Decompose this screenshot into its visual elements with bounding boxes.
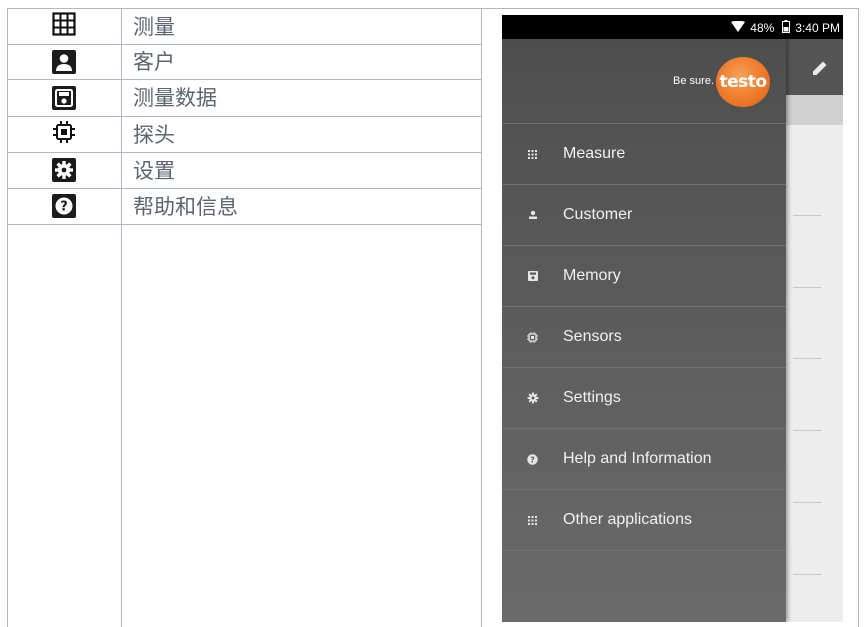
drawer-menu: Measure Customer Memory Sensors Settings… [502, 124, 786, 551]
menu-item-customer[interactable]: Customer [502, 185, 786, 246]
legend-label-customer: 客户 [133, 50, 175, 74]
menu-label: Sensors [563, 328, 622, 345]
menu-item-help[interactable]: ? Help and Information [502, 429, 786, 490]
divider [793, 358, 821, 359]
menu-item-memory[interactable]: Memory [502, 246, 786, 307]
memory-icon [52, 85, 76, 110]
legend-label-sensors: 探头 [133, 123, 175, 147]
legend-row-help: ? 帮助和信息 [7, 188, 481, 224]
navigation-drawer: Be sure. testo Measure Customer Memory S… [502, 39, 786, 622]
legend-label-settings: 设置 [133, 159, 175, 183]
measure-grid-icon [52, 12, 76, 40]
divider [793, 287, 821, 288]
customer-icon [502, 210, 563, 220]
wifi-icon [731, 20, 746, 35]
menu-label: Help and Information [563, 450, 712, 467]
menu-label: Settings [563, 389, 621, 406]
brand-tagline: Be sure. [673, 75, 714, 87]
menu-item-measure[interactable]: Measure [502, 124, 786, 185]
memory-icon [502, 271, 563, 281]
help-icon: ? [52, 194, 76, 218]
legend-label-measure: 测量 [133, 15, 175, 39]
clock: 3:40 PM [795, 21, 840, 35]
divider [793, 215, 821, 216]
help-icon: ? [502, 453, 563, 465]
app-tab-strip [785, 95, 843, 125]
battery-icon [782, 20, 791, 36]
menu-label: Customer [563, 206, 633, 223]
grid-icon [502, 149, 563, 159]
legend-label-memory: 测量数据 [133, 86, 217, 110]
sensor-chip-icon [52, 120, 76, 148]
menu-item-sensors[interactable]: Sensors [502, 307, 786, 368]
svg-text:?: ? [530, 455, 534, 464]
sensor-icon [502, 331, 563, 343]
legend-row-measure: 测量 [7, 8, 481, 44]
logo-text: testo [719, 72, 767, 92]
app-content-area [785, 125, 843, 622]
legend-label-help: 帮助和信息 [133, 195, 238, 219]
menu-item-settings[interactable]: Settings [502, 368, 786, 429]
legend-row-customer: 客户 [7, 44, 481, 79]
drawer-header: Be sure. testo [502, 39, 786, 124]
status-bar: 48% 3:40 PM [502, 15, 843, 39]
gear-icon [52, 158, 76, 182]
divider [793, 430, 821, 431]
battery-percent: 48% [750, 21, 775, 35]
grid-icon [502, 515, 563, 525]
edit-pencil-icon[interactable] [811, 59, 829, 81]
legend-row-memory: 测量数据 [7, 79, 481, 116]
menu-label: Measure [563, 145, 626, 162]
menu-label: Other applications [563, 511, 692, 528]
svg-text:?: ? [60, 200, 68, 215]
divider [793, 574, 821, 575]
customer-icon [52, 49, 76, 74]
gear-icon [502, 392, 563, 404]
menu-item-other-applications[interactable]: Other applications [502, 490, 786, 551]
legend-row-sensors: 探头 [7, 116, 481, 152]
divider [793, 502, 821, 503]
testo-logo: testo [716, 57, 770, 107]
menu-label: Memory [563, 267, 621, 284]
legend-row-settings: 设置 [7, 152, 481, 188]
phone-screenshot: 48% 3:40 PM Be sure. testo Measure Custo… [502, 15, 843, 622]
